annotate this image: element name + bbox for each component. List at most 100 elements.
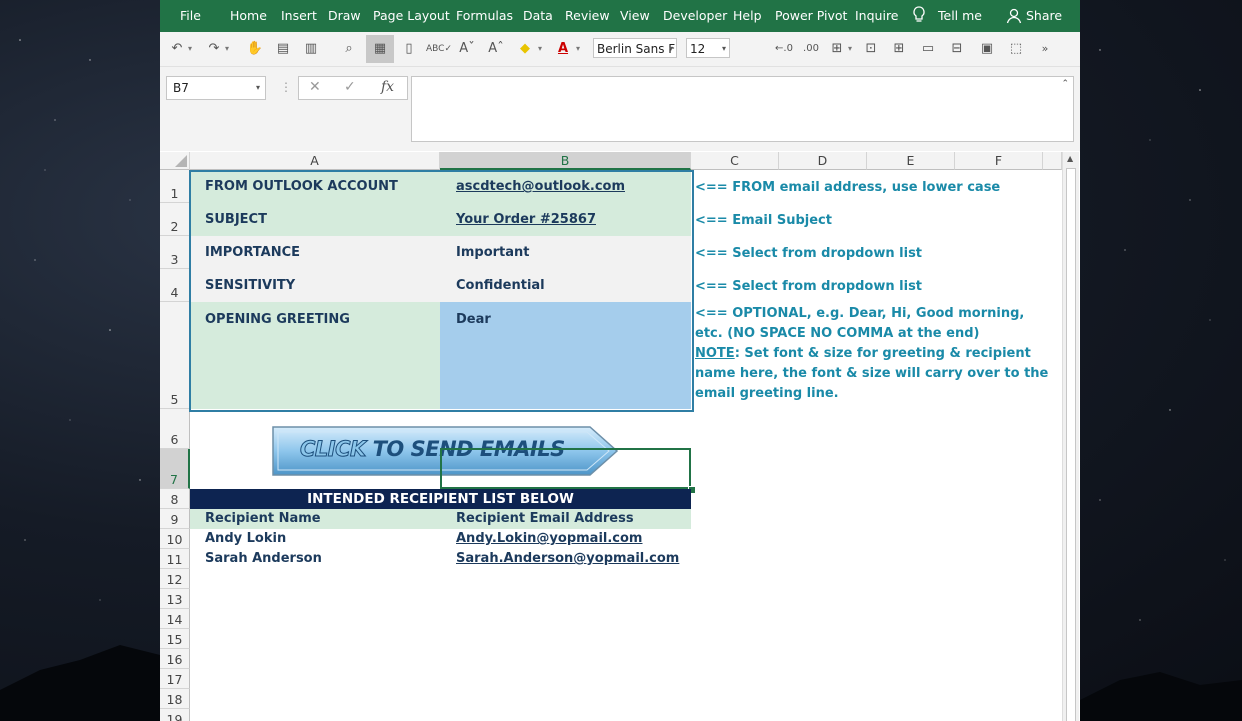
cancel-icon[interactable]: ✕ [309, 79, 321, 95]
column-header-f[interactable]: F [955, 152, 1043, 170]
tell-me-search[interactable]: Tell me [938, 8, 982, 23]
cell-a9[interactable]: Recipient Name [205, 511, 321, 526]
row-header-1[interactable]: 1 [160, 170, 190, 203]
row-header-8[interactable]: 8 [160, 489, 190, 509]
print-icon[interactable]: ▥ [300, 39, 322, 59]
row-header-14[interactable]: 14 [160, 609, 190, 629]
name-box[interactable]: B7 ▾ [166, 76, 266, 100]
increase-decimal-icon[interactable]: .00 [800, 39, 822, 59]
cell-b4[interactable]: Confidential [456, 278, 545, 293]
cell-b11-email-link[interactable]: Sarah.Anderson@yopmail.com [456, 551, 679, 566]
row-header-10[interactable]: 10 [160, 529, 190, 549]
tab-view[interactable]: View [620, 8, 650, 23]
row-header-9[interactable]: 9 [160, 509, 190, 529]
gridlines-toggle-icon[interactable]: ▦ [366, 35, 394, 63]
vertical-scrollbar[interactable]: ▲ [1062, 152, 1079, 721]
insert-function-icon[interactable]: fx [381, 79, 394, 95]
spelling-icon[interactable]: ABC✓ [426, 39, 452, 59]
inside-border-icon[interactable]: ⊟ [946, 39, 968, 59]
column-header-c[interactable]: C [691, 152, 779, 170]
increase-font-icon[interactable]: Aˆ [485, 39, 507, 59]
note-label: NOTE [695, 346, 735, 361]
tab-developer[interactable]: Developer [663, 8, 727, 23]
left-border-icon[interactable]: ▭ [917, 39, 939, 59]
column-header-a[interactable]: A [190, 152, 440, 170]
thick-border-icon[interactable]: ▣ [976, 39, 998, 59]
undo-icon[interactable]: ↶ [166, 39, 188, 59]
tab-insert[interactable]: Insert [281, 8, 317, 23]
document-icon[interactable]: ▯ [398, 39, 420, 59]
cell-a4[interactable]: SENSITIVITY [205, 278, 295, 293]
cell-b5[interactable]: Dear [456, 312, 491, 327]
cell-a2[interactable]: SUBJECT [205, 212, 267, 227]
selected-cell-b7[interactable] [440, 448, 691, 489]
tab-data[interactable]: Data [523, 8, 553, 23]
select-all-corner[interactable] [160, 152, 190, 170]
row-header-2[interactable]: 2 [160, 203, 190, 236]
redo-icon[interactable]: ↷ [203, 39, 225, 59]
row-header-6[interactable]: 6 [160, 409, 190, 449]
row-header-11[interactable]: 11 [160, 549, 190, 569]
row-header-18[interactable]: 18 [160, 689, 190, 709]
column-header-d[interactable]: D [779, 152, 867, 170]
row-header-15[interactable]: 15 [160, 629, 190, 649]
row-header-7[interactable]: 7 [160, 449, 190, 489]
scrollbar-thumb[interactable] [1066, 168, 1076, 721]
find-icon[interactable]: ⌕ [338, 39, 360, 59]
more-commands-icon[interactable]: » [1034, 39, 1056, 59]
font-color-icon[interactable]: A [552, 39, 574, 59]
share-person-icon[interactable] [1006, 7, 1022, 24]
cell-b9[interactable]: Recipient Email Address [456, 511, 634, 526]
row-header-17[interactable]: 17 [160, 669, 190, 689]
row-header-4[interactable]: 4 [160, 269, 190, 302]
row-header-5[interactable]: 5 [160, 302, 190, 409]
cell-b10-email-link[interactable]: Andy.Lokin@yopmail.com [456, 531, 642, 546]
row-header-12[interactable]: 12 [160, 569, 190, 589]
tab-file[interactable]: File [180, 8, 201, 23]
column-header-b[interactable]: B [440, 152, 691, 170]
undo-dropdown-icon[interactable]: ▾ [188, 44, 192, 53]
touch-mode-icon[interactable]: ✋ [244, 39, 266, 59]
redo-dropdown-icon[interactable]: ▾ [225, 44, 229, 53]
fill-color-icon[interactable]: ◆ [514, 39, 536, 59]
border-center-icon[interactable]: ⊡ [860, 39, 882, 59]
cell-b2[interactable]: Your Order #25867 [456, 212, 596, 227]
share-button[interactable]: Share [1026, 8, 1062, 23]
cell-a10[interactable]: Andy Lokin [205, 531, 286, 546]
tab-power-pivot[interactable]: Power Pivot [775, 8, 847, 23]
decrease-font-icon[interactable]: Aˇ [456, 39, 478, 59]
tab-home[interactable]: Home [230, 8, 267, 23]
cell-a3[interactable]: IMPORTANCE [205, 245, 300, 260]
font-size-select[interactable]: 12 ▾ [686, 38, 730, 58]
cell-a11[interactable]: Sarah Anderson [205, 551, 322, 566]
font-color-dropdown-icon[interactable]: ▾ [576, 44, 580, 53]
column-header-e[interactable]: E [867, 152, 955, 170]
tab-page-layout[interactable]: Page Layout [373, 8, 450, 23]
print-preview-icon[interactable]: ▤ [272, 39, 294, 59]
collapse-formula-bar-icon[interactable]: ⌃ [1061, 79, 1069, 89]
tab-draw[interactable]: Draw [328, 8, 361, 23]
fill-color-dropdown-icon[interactable]: ▾ [538, 44, 542, 53]
row-header-3[interactable]: 3 [160, 236, 190, 269]
borders-dropdown-icon[interactable]: ▾ [848, 44, 852, 53]
cell-a5[interactable]: OPENING GREETING [205, 312, 350, 327]
tab-help[interactable]: Help [733, 8, 762, 23]
row-header-13[interactable]: 13 [160, 589, 190, 609]
all-borders-icon[interactable]: ⊞ [888, 39, 910, 59]
no-border-icon[interactable]: ⬚ [1005, 39, 1027, 59]
lightbulb-icon[interactable] [912, 6, 926, 24]
tab-inquire[interactable]: Inquire [855, 8, 899, 23]
font-name-select[interactable]: Berlin Sans F ▾ [593, 38, 677, 58]
cell-b1-email-link[interactable]: ascdtech@outlook.com [456, 179, 625, 194]
row-header-16[interactable]: 16 [160, 649, 190, 669]
row-header-19[interactable]: 19 [160, 709, 190, 721]
enter-check-icon[interactable]: ✓ [344, 79, 356, 95]
tab-formulas[interactable]: Formulas [456, 8, 513, 23]
scroll-up-icon[interactable]: ▲ [1067, 154, 1073, 163]
tab-review[interactable]: Review [565, 8, 610, 23]
decrease-decimal-icon[interactable]: ←.0 [773, 39, 795, 59]
borders-icon[interactable]: ⊞ [826, 39, 848, 59]
cell-b3[interactable]: Important [456, 245, 530, 260]
cell-a1[interactable]: FROM OUTLOOK ACCOUNT [205, 179, 398, 194]
formula-input[interactable]: ⌃ [411, 76, 1074, 142]
